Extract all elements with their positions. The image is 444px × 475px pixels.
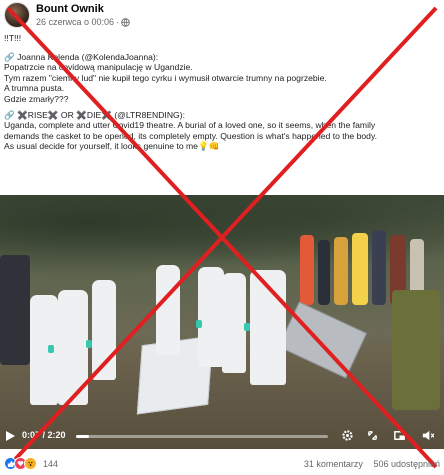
- comments-count[interactable]: 31 komentarzy: [304, 459, 363, 469]
- post-line: As usual decide for yourself, it looks g…: [4, 141, 220, 152]
- progress-fill: [76, 435, 89, 438]
- post-timestamp[interactable]: 26 czerwca o 00:06: [36, 17, 114, 27]
- post-line: 🔗 Joanna Kolenda (@KolendaJoanna):: [4, 51, 159, 62]
- hazmat-worker: [58, 290, 88, 405]
- hazmat-worker: [92, 280, 116, 380]
- reaction-count: 144: [43, 458, 59, 469]
- video-time: 0:07 / 2:20: [22, 430, 66, 440]
- hazmat-worker: [156, 265, 180, 355]
- glove: [86, 340, 92, 348]
- crowd-figure: [392, 290, 440, 410]
- glove: [48, 345, 54, 353]
- post-footer: 144 31 komentarzy 506 udostępnień: [0, 452, 444, 475]
- post-line: demands the casket to be opened, its com…: [4, 130, 377, 141]
- post-line: Uganda, complete and utter Covid19 theat…: [4, 120, 376, 131]
- hazmat-worker: [250, 270, 286, 385]
- volume-icon[interactable]: [421, 429, 434, 442]
- wow-icon: [24, 457, 37, 470]
- author-avatar[interactable]: [4, 2, 30, 28]
- reactions-summary[interactable]: 144: [4, 457, 58, 470]
- time-separator: /: [40, 430, 48, 440]
- post-line: Popatrzcie na covidową manipulację w Uga…: [4, 62, 193, 73]
- post-stats: 31 komentarzy 506 udostępnień: [296, 459, 440, 469]
- crowd-figure: [300, 235, 314, 305]
- settings-icon[interactable]: [341, 429, 354, 442]
- fullscreen-icon[interactable]: [393, 429, 406, 442]
- play-icon[interactable]: [4, 430, 16, 442]
- post-header: Bount Ownik 26 czerwca o 00:06 ·: [0, 0, 444, 30]
- facebook-post: Bount Ownik 26 czerwca o 00:06 · !!T!!! …: [0, 0, 444, 475]
- glove: [196, 320, 202, 328]
- post-meta: 26 czerwca o 00:06 ·: [36, 17, 130, 27]
- shares-count[interactable]: 506 udostępnień: [373, 459, 440, 469]
- hazmat-worker: [198, 267, 224, 367]
- post-text: !!T!!! 🔗 Joanna Kolenda (@KolendaJoanna)…: [4, 33, 440, 152]
- duration: 2:20: [47, 430, 66, 440]
- expand-icon[interactable]: [366, 429, 379, 442]
- crowd-figure: [318, 240, 330, 305]
- post-line: 🔗 ✖️RISE✖️ OR ✖️DIE✖️ (@LTR8ENDING):: [4, 109, 185, 120]
- post-line: Gdzie zmarły???: [4, 93, 69, 104]
- post-line: Tym razem "ciemny lud" nie kupił tego cy…: [4, 72, 327, 83]
- author-name[interactable]: Bount Ownik: [36, 3, 104, 15]
- crowd-figure: [372, 230, 386, 305]
- post-line: A trumna pusta.: [4, 83, 65, 94]
- meta-separator: ·: [116, 17, 120, 27]
- video-player[interactable]: 0:07 / 2:20: [0, 195, 444, 449]
- progress-bar[interactable]: [76, 435, 328, 438]
- hazmat-worker: [222, 273, 246, 373]
- post-line: !!T!!!: [4, 33, 22, 43]
- glove: [244, 323, 250, 331]
- crowd-figure: [334, 237, 348, 305]
- current-time: 0:07: [22, 430, 41, 440]
- video-controls: 0:07 / 2:20: [0, 426, 444, 446]
- crowd-figure: [0, 255, 30, 365]
- globe-icon: [121, 17, 130, 27]
- crowd-figure: [352, 233, 368, 305]
